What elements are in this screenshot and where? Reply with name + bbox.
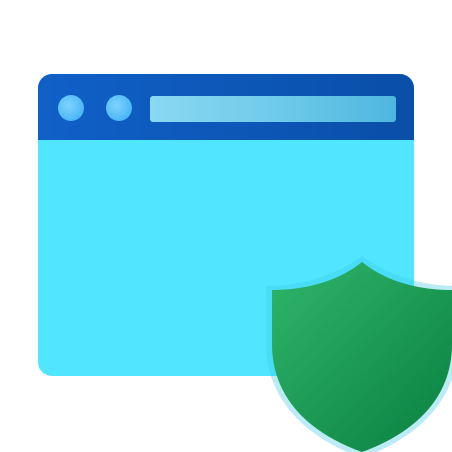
window-titlebar — [38, 74, 414, 140]
shield-icon — [266, 256, 452, 452]
window-button-icon — [106, 95, 132, 121]
app-icon-canvas — [0, 0, 452, 452]
shield-body — [272, 262, 452, 452]
address-bar — [150, 96, 396, 122]
window-button-icon — [58, 95, 84, 121]
